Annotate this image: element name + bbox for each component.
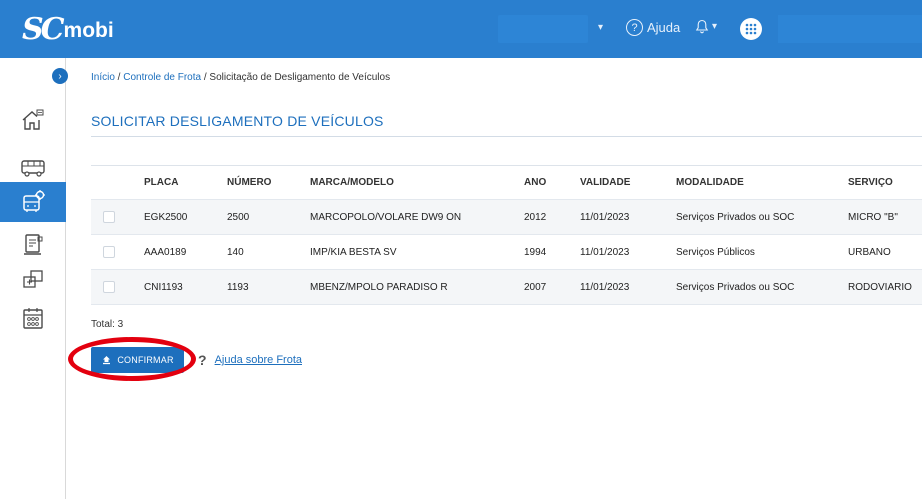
table-row[interactable]: EGK2500 2500 MARCOPOLO/VOLARE DW9 ON 201… <box>91 200 922 235</box>
cell-numero: 1193 <box>227 281 249 293</box>
row-checkbox[interactable] <box>103 211 115 223</box>
breadcrumb-fleet-link[interactable]: Controle de Frota <box>123 72 201 83</box>
logo-sc: SC <box>22 11 65 47</box>
cell-servico: URBANO <box>848 246 891 258</box>
table-row[interactable]: AAA0189 140 IMP/KIA BESTA SV 1994 11/01/… <box>91 235 922 270</box>
app-logo[interactable]: SC mobi <box>22 11 114 47</box>
cell-validade: 11/01/2023 <box>580 211 630 223</box>
cell-placa: CNI1193 <box>144 281 183 293</box>
breadcrumb-current: Solicitação de Desligamento de Veículos <box>209 72 391 83</box>
cell-ano: 2007 <box>524 281 547 293</box>
sidebar: › <box>0 58 68 499</box>
cell-validade: 11/01/2023 <box>580 246 630 258</box>
cell-servico: RODOVIARIO <box>848 281 912 293</box>
apps-button[interactable] <box>740 18 762 40</box>
sidebar-item-transfer[interactable] <box>0 259 66 299</box>
sidebar-item-home[interactable] <box>0 100 66 140</box>
cell-validade: 11/01/2023 <box>580 281 630 293</box>
home-icon <box>22 109 44 130</box>
cell-placa: AAA0189 <box>144 246 187 258</box>
transfer-icon <box>23 270 43 288</box>
bell-caret-icon: ▾ <box>712 21 718 32</box>
row-checkbox[interactable] <box>103 281 115 293</box>
highlight-annotation-ellipse <box>68 337 196 381</box>
user-menu[interactable] <box>778 15 922 43</box>
help-menu[interactable]: ? Ajuda <box>626 19 680 36</box>
bell-icon <box>695 19 709 34</box>
column-header-modalidade[interactable]: MODALIDADE <box>676 166 744 199</box>
cell-ano: 1994 <box>524 246 547 258</box>
chevron-down-icon[interactable]: ▾ <box>598 22 603 33</box>
column-header-numero[interactable]: NÚMERO <box>227 166 271 199</box>
sidebar-item-fleet-control[interactable] <box>0 182 66 222</box>
column-header-ano[interactable]: ANO <box>524 166 546 199</box>
cell-modalidade: Serviços Privados ou SOC <box>676 281 795 293</box>
fleet-help-link[interactable]: ? Ajuda sobre Frota <box>198 352 302 368</box>
cell-numero: 140 <box>227 246 244 258</box>
sidebar-item-calendar[interactable] <box>0 298 66 338</box>
total-count: Total: 3 <box>91 319 124 330</box>
cell-marca-modelo: MBENZ/MPOLO PARADISO R <box>310 281 448 293</box>
breadcrumb-separator: / <box>114 72 124 83</box>
title-divider <box>91 136 922 137</box>
cell-servico: MICRO "B" <box>848 211 898 223</box>
document-icon <box>24 234 43 255</box>
breadcrumb-home-link[interactable]: Início <box>91 72 115 83</box>
help-label: Ajuda <box>647 20 681 35</box>
cell-ano: 2012 <box>524 211 547 223</box>
top-selector-field[interactable] <box>498 15 588 43</box>
fleet-help-label: Ajuda sobre Frota <box>214 354 302 366</box>
bus-icon <box>21 160 45 177</box>
logo-mobi: mobi <box>63 18 114 42</box>
notifications-button[interactable]: ▾ <box>695 19 717 34</box>
row-checkbox[interactable] <box>103 246 115 258</box>
calendar-icon <box>23 308 43 329</box>
sidebar-item-documents[interactable] <box>0 224 66 264</box>
vehicles-table: PLACA NÚMERO MARCA/MODELO ANO VALIDADE M… <box>91 165 922 305</box>
cell-marca-modelo: MARCOPOLO/VOLARE DW9 ON <box>310 211 462 223</box>
cell-placa: EGK2500 <box>144 211 188 223</box>
cell-numero: 2500 <box>227 211 250 223</box>
cell-marca-modelo: IMP/KIA BESTA SV <box>310 246 397 258</box>
cell-modalidade: Serviços Públicos <box>676 246 755 258</box>
grid-dots-icon <box>745 23 757 35</box>
table-row[interactable]: CNI1193 1193 MBENZ/MPOLO PARADISO R 2007… <box>91 270 922 305</box>
column-header-validade[interactable]: VALIDADE <box>580 166 630 199</box>
cell-modalidade: Serviços Privados ou SOC <box>676 211 795 223</box>
column-header-servico[interactable]: SERVIÇO <box>848 166 893 199</box>
help-circle-icon: ? <box>626 19 643 36</box>
question-mark-icon: ? <box>198 352 207 368</box>
top-bar: SC mobi ▾ ? Ajuda ▾ <box>0 0 922 58</box>
column-header-placa[interactable]: PLACA <box>144 166 178 199</box>
table-header-row: PLACA NÚMERO MARCA/MODELO ANO VALIDADE M… <box>91 166 922 200</box>
sidebar-toggle-button[interactable]: › <box>52 68 68 84</box>
page-title: SOLICITAR DESLIGAMENTO DE VEÍCULOS <box>91 113 384 129</box>
column-header-marca-modelo[interactable]: MARCA/MODELO <box>310 166 394 199</box>
fleet-settings-icon <box>23 190 45 212</box>
breadcrumb: Início / Controle de Frota / Solicitação… <box>91 72 390 83</box>
